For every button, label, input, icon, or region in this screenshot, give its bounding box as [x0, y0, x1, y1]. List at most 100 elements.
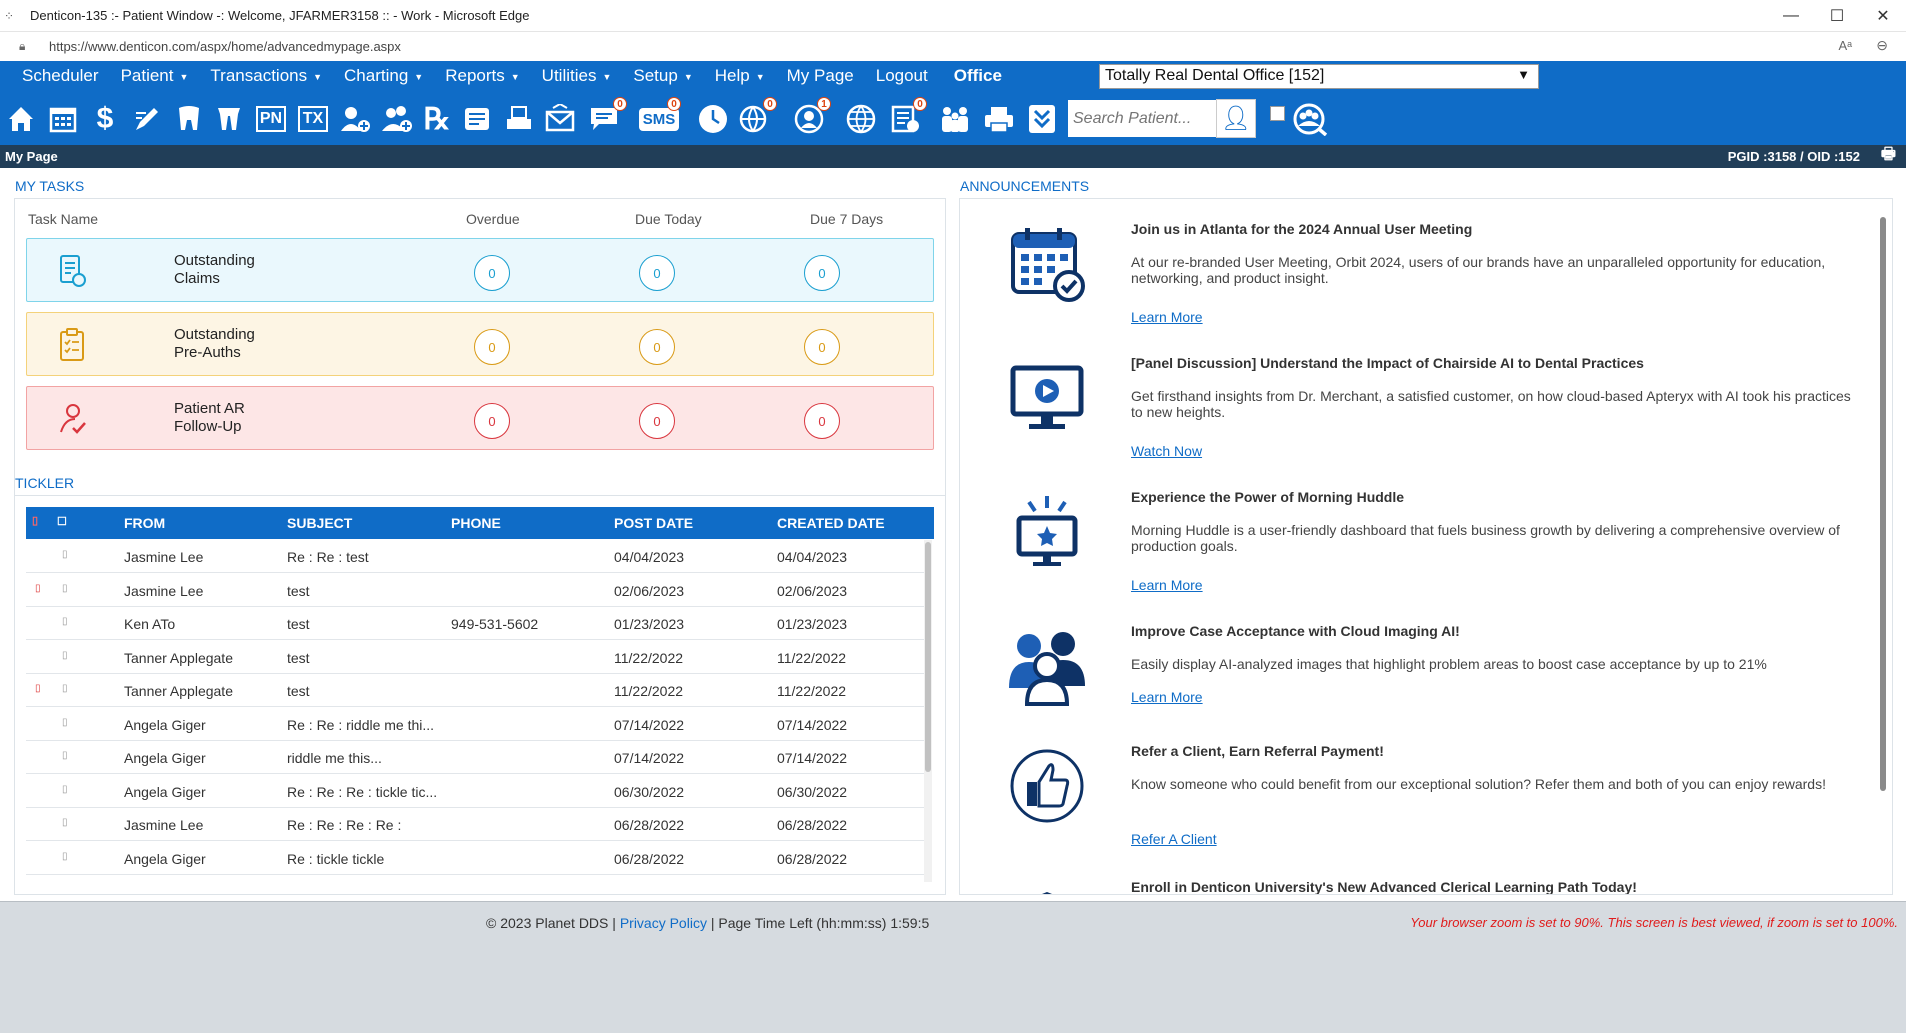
search-patient-button[interactable]: 👤︎ [1216, 99, 1256, 138]
globe-network-icon[interactable]: 0 [736, 97, 777, 138]
home-icon[interactable] [2, 100, 40, 138]
menu-transactions[interactable]: Transactions ▼ [210, 66, 322, 86]
menu-my-page[interactable]: My Page [787, 66, 854, 86]
messages-icon[interactable]: 0 [586, 97, 627, 138]
clock-icon[interactable] [694, 100, 732, 138]
tickler-row[interactable]: ▯ Angela Giger Re : tickle tickle 06/28/202… [26, 842, 924, 875]
tasks-icon[interactable]: 0 [886, 97, 927, 138]
flag-icon[interactable]: ▯ [35, 583, 41, 594]
calendar-icon[interactable] [44, 100, 82, 138]
tickler-row[interactable]: ▯ Tanner Applegate test 11/22/2022 11/22/202… [26, 641, 924, 674]
tickler-row[interactable]: ▯ Angela Giger Re : Re : riddle me thi... 0… [26, 708, 924, 741]
add-patient-icon[interactable] [336, 100, 374, 138]
preauths-overdue-count[interactable]: 0 [474, 329, 510, 365]
tickler-row[interactable]: ▯ ▯ Tanner Applegate test 11/22/2022 11/22/20… [26, 674, 924, 707]
search-patient-input[interactable] [1068, 100, 1220, 137]
menu-scheduler[interactable]: Scheduler [22, 66, 99, 86]
announcements-scrollbar[interactable] [1876, 203, 1890, 891]
privacy-policy-link[interactable]: Privacy Policy [620, 915, 707, 931]
printer-icon[interactable] [980, 100, 1018, 138]
announcement-link[interactable]: Learn More [1131, 309, 1203, 325]
row-checkbox[interactable]: ▯ [62, 583, 68, 594]
document-icon[interactable] [458, 100, 496, 138]
row-checkbox[interactable]: ▯ [62, 851, 68, 862]
menu-reports[interactable]: Reports ▼ [445, 66, 519, 86]
zoom-icon[interactable]: ⊖ [1876, 37, 1888, 54]
menu-help[interactable]: Help ▼ [715, 66, 765, 86]
minimize-button[interactable]: — [1768, 0, 1814, 32]
scanner-icon[interactable] [500, 100, 538, 138]
announcement-link[interactable]: Watch Now [1131, 443, 1202, 459]
row-from: Jasmine Lee [124, 817, 204, 833]
pn-icon[interactable]: PN [252, 100, 290, 138]
row-checkbox[interactable]: ▯ [62, 750, 68, 761]
group-search-icon[interactable] [1290, 100, 1328, 138]
task-name-line1: Outstanding [174, 326, 255, 343]
tx-icon[interactable]: TX [294, 100, 332, 138]
menu-logout[interactable]: Logout [876, 66, 928, 86]
col-post-date[interactable]: POST DATE [614, 515, 693, 531]
row-post-date: 06/28/2022 [614, 817, 685, 833]
edit-icon[interactable] [128, 100, 166, 138]
flag-icon[interactable]: ▯ [35, 683, 41, 694]
col-phone[interactable]: PHONE [451, 515, 501, 531]
menu-charting[interactable]: Charting ▼ [344, 66, 423, 86]
row-checkbox[interactable]: ▯ [62, 549, 68, 560]
url-field[interactable]: https://www.denticon.com/aspx/home/advan… [49, 39, 401, 54]
preauths-week-count[interactable]: 0 [804, 329, 840, 365]
print-icon[interactable]: 🖶 [1881, 143, 1896, 170]
mail-icon[interactable] [541, 100, 579, 138]
tickler-row[interactable]: ▯ Angela Giger riddle me this... 07/14/2022… [26, 741, 924, 774]
row-checkbox[interactable]: ▯ [62, 683, 68, 694]
teeth-icon[interactable] [210, 100, 248, 138]
row-checkbox[interactable]: ▯ [62, 650, 68, 661]
tooth-icon[interactable] [170, 100, 208, 138]
col-subject[interactable]: SUBJECT [287, 515, 352, 531]
tickler-row[interactable]: ▯ ▯ Jasmine Lee test 02/06/2023 02/06/2023 [26, 574, 924, 607]
announcement-link[interactable]: Learn More [1131, 577, 1203, 593]
web-icon[interactable] [842, 100, 880, 138]
col-created-date[interactable]: CREATED DATE [777, 515, 885, 531]
reminder-icon[interactable]: 1 [790, 97, 831, 138]
claims-today-count[interactable]: 0 [639, 255, 675, 291]
collapse-icon[interactable] [1023, 100, 1061, 138]
office-select[interactable]: Totally Real Dental Office [152] ▼ [1099, 64, 1539, 89]
tickler-scroll-thumb[interactable] [925, 542, 931, 772]
tickler-scrollbar[interactable] [924, 540, 932, 882]
menu-setup[interactable]: Setup ▼ [633, 66, 692, 86]
read-aloud-icon[interactable]: A͏ᵃ [1838, 38, 1852, 53]
row-checkbox[interactable]: ▯ [62, 817, 68, 828]
rx-icon[interactable]: ℞ [418, 100, 456, 138]
announcement-link[interactable]: Refer A Client [1131, 831, 1217, 847]
maximize-button[interactable]: ☐ [1814, 0, 1860, 32]
claims-overdue-count[interactable]: 0 [474, 255, 510, 291]
toolbar-checkbox[interactable] [1270, 106, 1285, 121]
menu-utilities[interactable]: Utilities ▼ [542, 66, 612, 86]
tickler-row[interactable]: ▯ Jasmine Lee Re : Re : test 04/04/2023 04/0… [26, 540, 924, 573]
task-row-claims[interactable]: Outstanding Claims 0 0 0 [26, 238, 934, 302]
task-row-patient-ar[interactable]: Patient AR Follow-Up 0 0 0 [26, 386, 934, 450]
close-button[interactable]: ✕ [1860, 0, 1906, 32]
menu-patient[interactable]: Patient ▼ [121, 66, 189, 86]
patient-ar-overdue-count[interactable]: 0 [474, 403, 510, 439]
patient-ar-week-count[interactable]: 0 [804, 403, 840, 439]
task-row-preauths[interactable]: Outstanding Pre-Auths 0 0 0 [26, 312, 934, 376]
row-checkbox[interactable]: ▯ [62, 717, 68, 728]
announcements-scroll-thumb[interactable] [1880, 217, 1886, 791]
family-icon[interactable] [936, 100, 974, 138]
dollar-icon[interactable]: $ [86, 100, 124, 138]
claims-week-count[interactable]: 0 [804, 255, 840, 291]
add-family-icon[interactable] [378, 100, 416, 138]
row-checkbox[interactable]: ▯ [62, 784, 68, 795]
sms-icon[interactable]: SMS 0 [638, 97, 681, 138]
tickler-row[interactable]: ▯ Angela Giger Re : Re : Re : tickle tic..… [26, 775, 924, 808]
patient-ar-today-count[interactable]: 0 [639, 403, 675, 439]
select-all-checkbox[interactable]: ☐ [57, 515, 67, 528]
tickler-row[interactable]: ▯ Jasmine Lee Re : Re : Re : Re : 06/28/202… [26, 808, 924, 841]
preauths-today-count[interactable]: 0 [639, 329, 675, 365]
announcement-link[interactable]: Learn More [1131, 689, 1203, 705]
col-from[interactable]: FROM [124, 515, 165, 531]
row-checkbox[interactable]: ▯ [62, 616, 68, 627]
thumbs-up-icon [1004, 743, 1090, 829]
tickler-row[interactable]: ▯ Ken ATo test 949-531-5602 01/23/2023 01/23/… [26, 607, 924, 640]
